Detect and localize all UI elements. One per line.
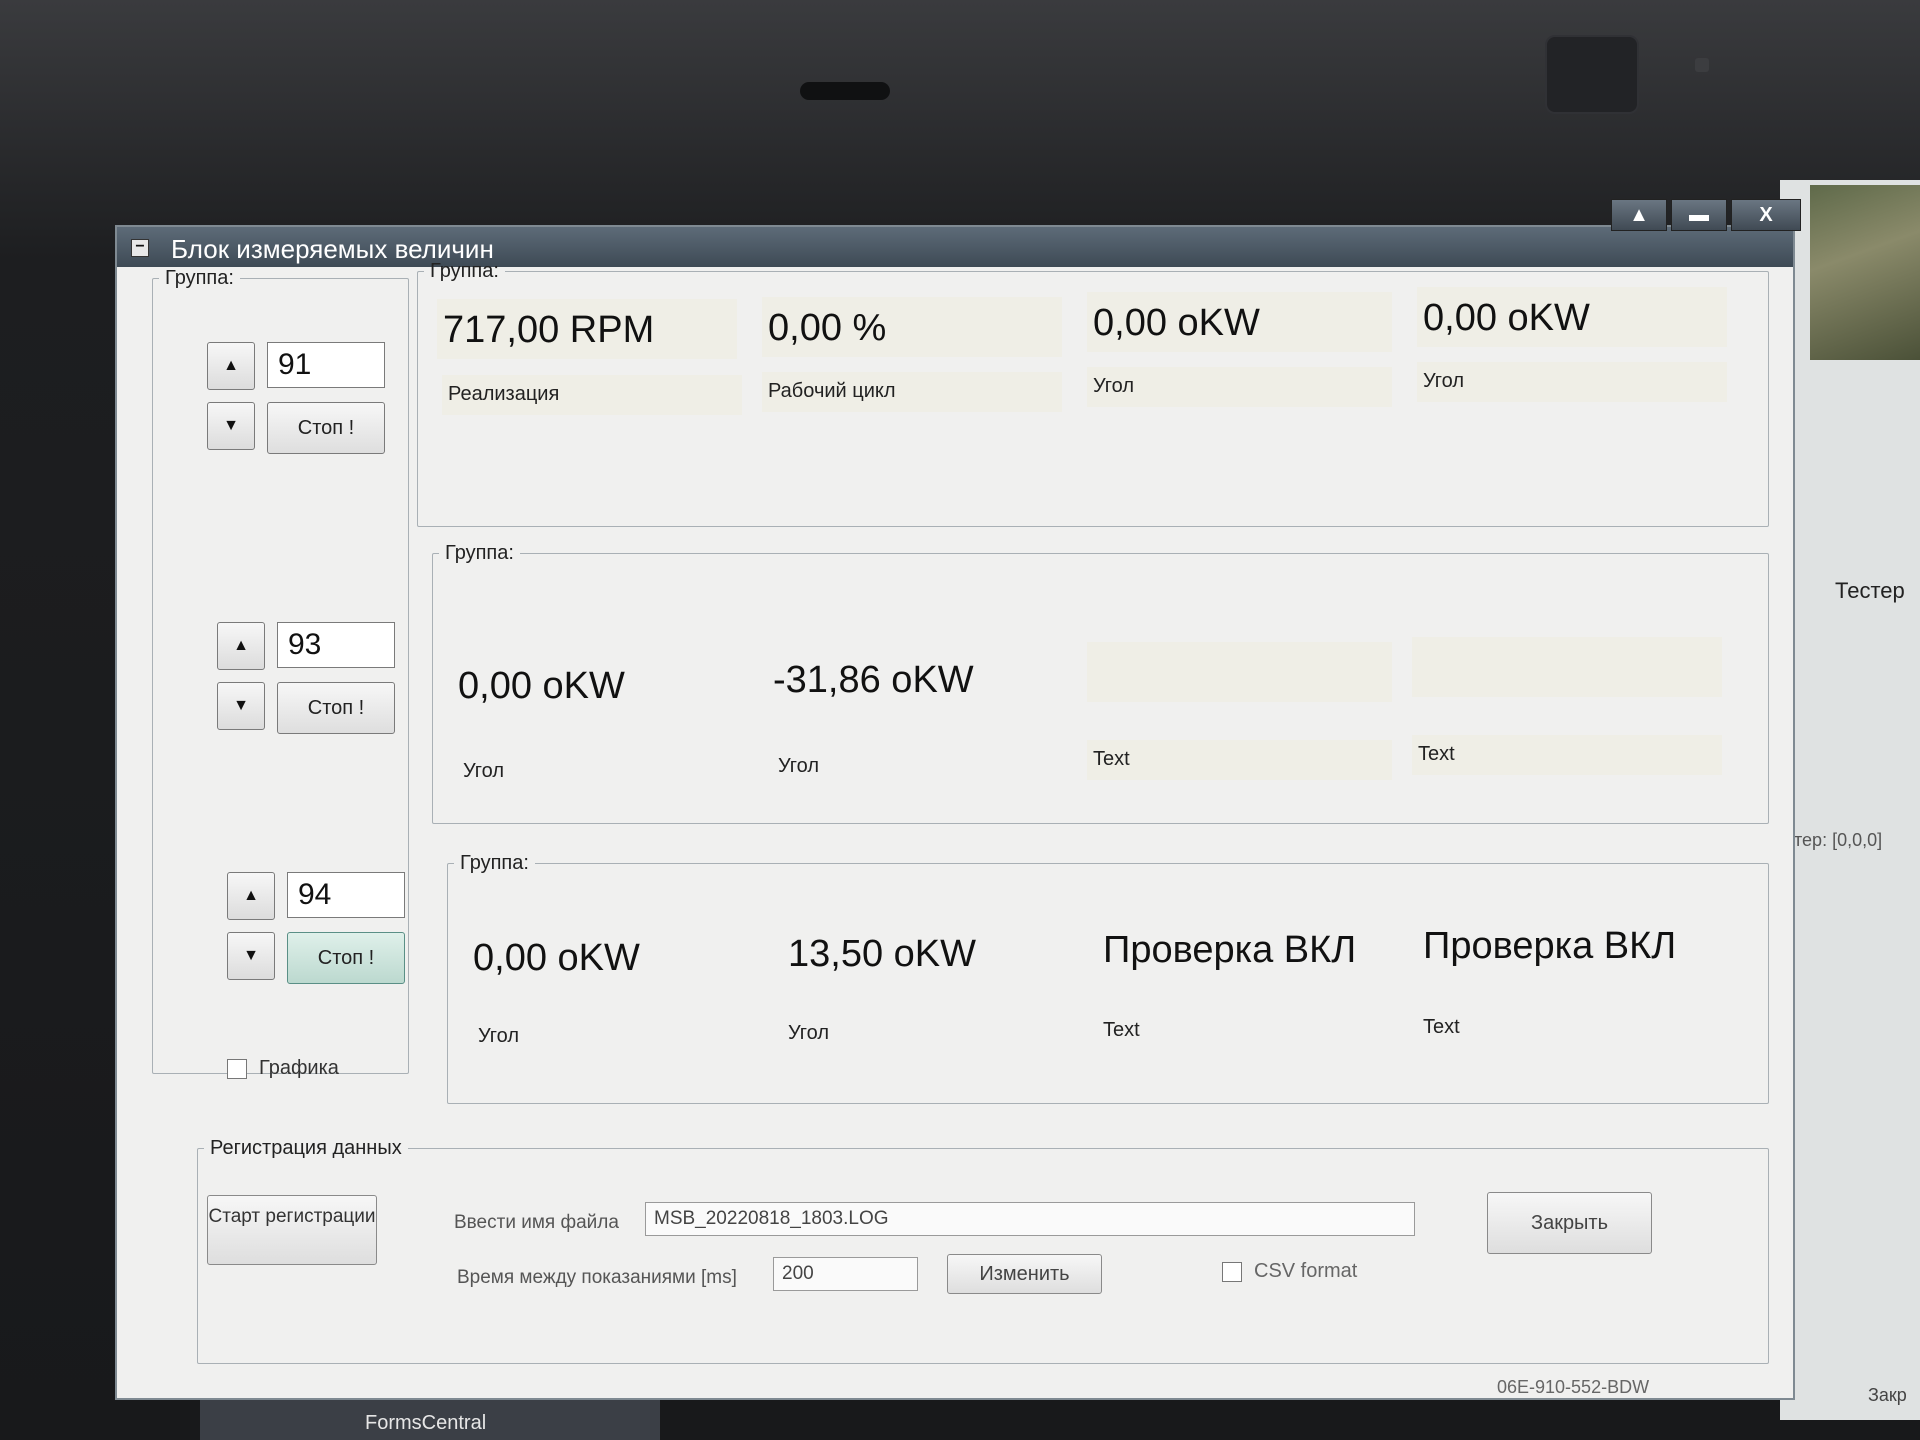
value-label: Рабочий цикл <box>762 372 1062 412</box>
group-number-input[interactable] <box>267 342 385 388</box>
measured-values-window: − Блок измеряемых величин ▲ ▬ X Группа: … <box>115 199 1801 1400</box>
value-label: Text <box>1103 1019 1140 1041</box>
value-cell: 0,00 oKW <box>1087 292 1392 352</box>
value-label: Угол <box>478 1025 520 1047</box>
group-row-1-actions: ▼ Стоп ! <box>207 402 385 454</box>
value-cell: 717,00 RPM <box>437 299 737 359</box>
stop-button[interactable]: Стоп ! <box>277 682 395 734</box>
value-label: Text <box>1412 735 1722 775</box>
value-label: Реализация <box>442 375 742 415</box>
group-row-2: ▲ <box>217 622 395 670</box>
value-cell: 13,50 oKW <box>788 933 976 975</box>
group-row-2-actions: ▼ Стоп ! <box>217 682 395 734</box>
window-menu-icon[interactable]: − <box>131 239 149 257</box>
filename-input[interactable] <box>645 1202 1415 1236</box>
group-down-button[interactable]: ▼ <box>227 932 275 980</box>
interval-label: Время между показаниями [ms] <box>457 1267 737 1288</box>
group-selector-label: Группа: <box>165 267 234 289</box>
graph-label: Графика <box>259 1057 339 1079</box>
start-registration-button[interactable]: Старт регистрации <box>207 1195 377 1265</box>
value-label: Угол <box>778 755 820 777</box>
csv-format-label: CSV format <box>1254 1260 1358 1282</box>
group-number-input[interactable] <box>277 622 395 668</box>
value-label: Угол <box>1417 362 1727 402</box>
background-meta-text: стер: [0,0,0] <box>1785 830 1883 850</box>
value-label: Угол <box>463 760 505 782</box>
value-cell: 0,00 % <box>762 297 1062 357</box>
background-close-text: Закр <box>1868 1385 1907 1405</box>
group-up-button[interactable]: ▲ <box>227 872 275 920</box>
value-label: Угол <box>1087 367 1392 407</box>
stop-button[interactable]: Стоп ! <box>267 402 385 454</box>
value-cell <box>1087 642 1392 702</box>
background-window <box>1780 180 1920 1420</box>
group-number-input[interactable] <box>287 872 405 918</box>
interval-input[interactable] <box>773 1257 918 1291</box>
lid-latch <box>800 82 890 100</box>
filename-label: Ввести имя файла <box>454 1212 619 1233</box>
value-cell: 0,00 oKW <box>458 665 625 707</box>
value-cell: Проверка ВКЛ <box>1423 925 1677 967</box>
group-2-label: Группа: <box>445 542 514 564</box>
group-up-button[interactable]: ▲ <box>207 342 255 390</box>
change-interval-button[interactable]: Изменить <box>947 1254 1102 1294</box>
value-cell <box>1412 637 1722 697</box>
csv-format-toggle[interactable]: CSV format <box>1222 1260 1357 1283</box>
stop-button[interactable]: Стоп ! <box>287 932 405 984</box>
graph-toggle[interactable]: Графика <box>227 1057 339 1080</box>
value-cell: -31,86 oKW <box>773 659 974 701</box>
value-cell: 0,00 oKW <box>1417 287 1727 347</box>
webcam-icon <box>1545 35 1639 114</box>
window-controls: ▲ ▬ X <box>1607 199 1801 231</box>
value-label: Text <box>1087 740 1392 780</box>
group-row-3-actions: ▼ Стоп ! <box>227 932 405 984</box>
close-button[interactable]: Закрыть <box>1487 1192 1652 1254</box>
value-cell: 0,00 oKW <box>473 937 640 979</box>
value-label: Text <box>1423 1016 1460 1038</box>
data-registration-label: Регистрация данных <box>210 1137 402 1159</box>
group-3-label: Группа: <box>460 852 529 874</box>
value-cell: Проверка ВКЛ <box>1103 929 1357 971</box>
restore-button[interactable]: ▲ <box>1611 199 1667 231</box>
csv-format-checkbox[interactable] <box>1222 1261 1242 1282</box>
group-down-button[interactable]: ▼ <box>207 402 255 450</box>
value-label: Угол <box>788 1022 830 1044</box>
group-down-button[interactable]: ▼ <box>217 682 265 730</box>
webcam-led-icon <box>1695 58 1709 72</box>
group-row-1: ▲ <box>207 342 385 390</box>
group-1-label: Группа: <box>430 260 499 282</box>
group-up-button[interactable]: ▲ <box>217 622 265 670</box>
background-tester-label: Тестер <box>1835 578 1905 603</box>
background-photo <box>1810 185 1920 360</box>
close-window-button[interactable]: X <box>1731 199 1801 231</box>
minimize-button[interactable]: ▬ <box>1671 199 1727 231</box>
graph-checkbox[interactable] <box>227 1058 247 1079</box>
taskbar-item-formscentral[interactable]: FormsCentral <box>365 1412 486 1435</box>
group-row-3: ▲ <box>227 872 405 920</box>
part-number: 06E-910-552-BDW <box>1497 1377 1650 1397</box>
